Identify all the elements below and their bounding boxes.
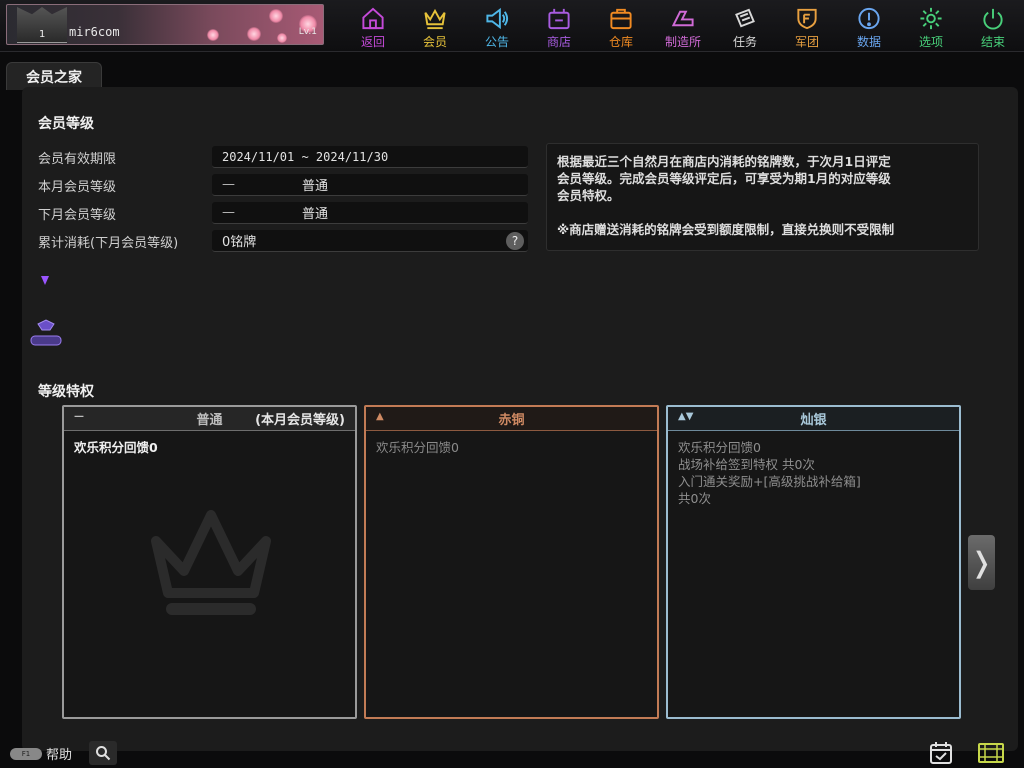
validity-value: 2024/11/01 ~ 2024/11/30 <box>222 149 389 164</box>
validity-value-box: 2024/11/01 ~ 2024/11/30 <box>212 146 528 168</box>
nav-label: 公告 <box>484 35 509 49</box>
description-line: 会员特权。 <box>557 188 620 203</box>
current-level-box: — 普通 <box>212 174 528 196</box>
nav-quest[interactable]: 任务 <box>714 0 776 50</box>
search-icon <box>96 746 111 761</box>
crafting-icon <box>671 10 694 27</box>
nav-label: 结束 <box>980 35 1005 49</box>
nav-exit[interactable]: 结束 <box>962 0 1024 50</box>
membership-level-title: 会员等级 <box>38 116 94 132</box>
next-page-chevron-icon[interactable]: ❭ <box>968 535 995 590</box>
search-button[interactable] <box>89 741 117 765</box>
nav-data[interactable]: 数据 <box>838 0 900 50</box>
membership-description: 根据最近三个自然月在商店内消耗的铭牌数，于次月1日评定 会员等级。完成会员等级评… <box>546 143 979 251</box>
nav-guild[interactable]: 军团 <box>776 0 838 50</box>
film-record-icon[interactable] <box>976 740 1006 766</box>
gear-icon <box>920 7 942 30</box>
level-badge: 1 <box>39 29 46 40</box>
privilege-line: 战场补给签到特权 共0次 <box>678 457 815 472</box>
quest-icon <box>735 8 755 28</box>
privilege-line: 欢乐积分回馈0 <box>74 440 158 455</box>
home-icon <box>362 7 384 30</box>
tier-card-body: 欢乐积分回馈0 战场补给签到特权 共0次 入门通关奖励+[高级挑战补给箱] 共0… <box>668 431 959 515</box>
privilege-line: 共0次 <box>678 491 711 506</box>
level-dash-icon: — <box>222 205 235 220</box>
nav-notice[interactable]: 公告 <box>466 0 528 50</box>
megaphone-icon <box>486 7 509 30</box>
tier-card-header: ▲▼ 灿银 <box>668 407 959 431</box>
current-level-value: 普通 <box>302 179 329 194</box>
nav-label: 制造所 <box>664 35 701 49</box>
nav-label: 任务 <box>732 35 757 49</box>
tier-card-silver[interactable]: ▲▼ 灿银 欢乐积分回馈0 战场补给签到特权 共0次 入门通关奖励+[高级挑战补… <box>666 405 961 719</box>
privilege-line: 入门通关奖励+[高级挑战补给箱] <box>678 474 861 489</box>
tab-member-home[interactable]: 会员之家 <box>6 62 102 90</box>
main-nav: 返回 会员 公告 商店 仓库 制造所 任务 军团 数据 选项 结束 <box>342 0 1024 50</box>
nav-membership[interactable]: 会员 <box>404 0 466 50</box>
nav-label: 数据 <box>856 35 881 49</box>
next-level-value: 普通 <box>302 207 329 222</box>
accumulated-consumption-box: 0铭牌 ? <box>212 230 528 252</box>
validity-label: 会员有效期限 <box>38 152 117 167</box>
next-level-box: — 普通 <box>212 202 528 224</box>
description-line: 会员等级。完成会员等级评定后，可享受为期1月的对应等级 <box>557 171 891 186</box>
player-name: mir6com <box>69 25 120 39</box>
shop-icon <box>548 8 570 30</box>
info-icon <box>858 7 880 30</box>
progress-marker-icon <box>41 276 49 285</box>
privilege-line: 欢乐积分回馈0 <box>678 440 761 455</box>
nav-label: 返回 <box>360 35 385 49</box>
tier-badge-icon <box>30 319 62 346</box>
nav-return[interactable]: 返回 <box>342 0 404 50</box>
current-tier-tag: (本月会员等级) <box>255 413 345 428</box>
level-dash-icon: — <box>222 177 235 192</box>
tier-card-header: — 普通 (本月会员等级) <box>64 407 355 431</box>
description-line: 根据最近三个自然月在商店内消耗的铭牌数，于次月1日评定 <box>557 154 891 169</box>
tier-name: 赤铜 <box>498 413 525 428</box>
description-note: ※商店赠送消耗的铭牌会受到额度限制，直接兑换则不受限制 <box>557 222 895 237</box>
nav-options[interactable]: 选项 <box>900 0 962 50</box>
guild-shield-icon <box>797 8 817 30</box>
blossom-decoration <box>247 27 261 41</box>
player-level: Lv.1 <box>298 27 317 37</box>
nav-label: 选项 <box>918 35 943 49</box>
tier-name: 灿银 <box>800 413 827 428</box>
nav-label: 会员 <box>422 35 447 49</box>
blossom-decoration <box>277 33 287 43</box>
power-icon <box>983 8 1003 30</box>
top-bar: 1 mir6com Lv.1 返回 会员 公告 商店 仓库 制造所 任务 军团 … <box>0 0 1024 52</box>
tier-card-header: ▲ 赤铜 <box>366 407 657 431</box>
calendar-check-icon[interactable] <box>928 740 954 766</box>
tier-card-normal[interactable]: — 普通 (本月会员等级) 欢乐积分回馈0 <box>62 405 357 719</box>
next-level-label: 下月会员等级 <box>38 208 117 223</box>
nav-shop[interactable]: 商店 <box>528 0 590 50</box>
help-button[interactable]: F1 帮助 <box>10 744 72 763</box>
help-question-icon[interactable]: ? <box>506 232 524 250</box>
tier-card-body: 欢乐积分回馈0 <box>366 431 657 464</box>
privilege-line: 欢乐积分回馈0 <box>376 440 459 455</box>
current-level-label: 本月会员等级 <box>38 180 117 195</box>
nav-label: 军团 <box>794 35 819 49</box>
nav-storage[interactable]: 仓库 <box>590 0 652 50</box>
tier-card-body: 欢乐积分回馈0 <box>64 431 355 464</box>
storage-icon <box>610 8 632 30</box>
player-profile[interactable]: 1 mir6com Lv.1 <box>6 4 324 45</box>
help-key-icon: F1 <box>10 747 42 760</box>
privileges-title: 等级特权 <box>38 384 94 400</box>
blossom-decoration <box>207 29 219 41</box>
accumulated-consumption-value: 0铭牌 <box>222 235 257 250</box>
tier-card-copper[interactable]: ▲ 赤铜 欢乐积分回馈0 <box>364 405 659 719</box>
accumulated-consumption-label: 累计消耗(下月会员等级) <box>38 236 179 251</box>
nav-label: 商店 <box>546 35 571 49</box>
nav-crafting[interactable]: 制造所 <box>652 0 714 50</box>
crown-watermark-icon <box>151 510 271 615</box>
blossom-decoration <box>269 9 283 23</box>
nav-label: 仓库 <box>608 35 633 49</box>
crown-icon <box>424 8 446 30</box>
help-label: 帮助 <box>46 748 73 763</box>
